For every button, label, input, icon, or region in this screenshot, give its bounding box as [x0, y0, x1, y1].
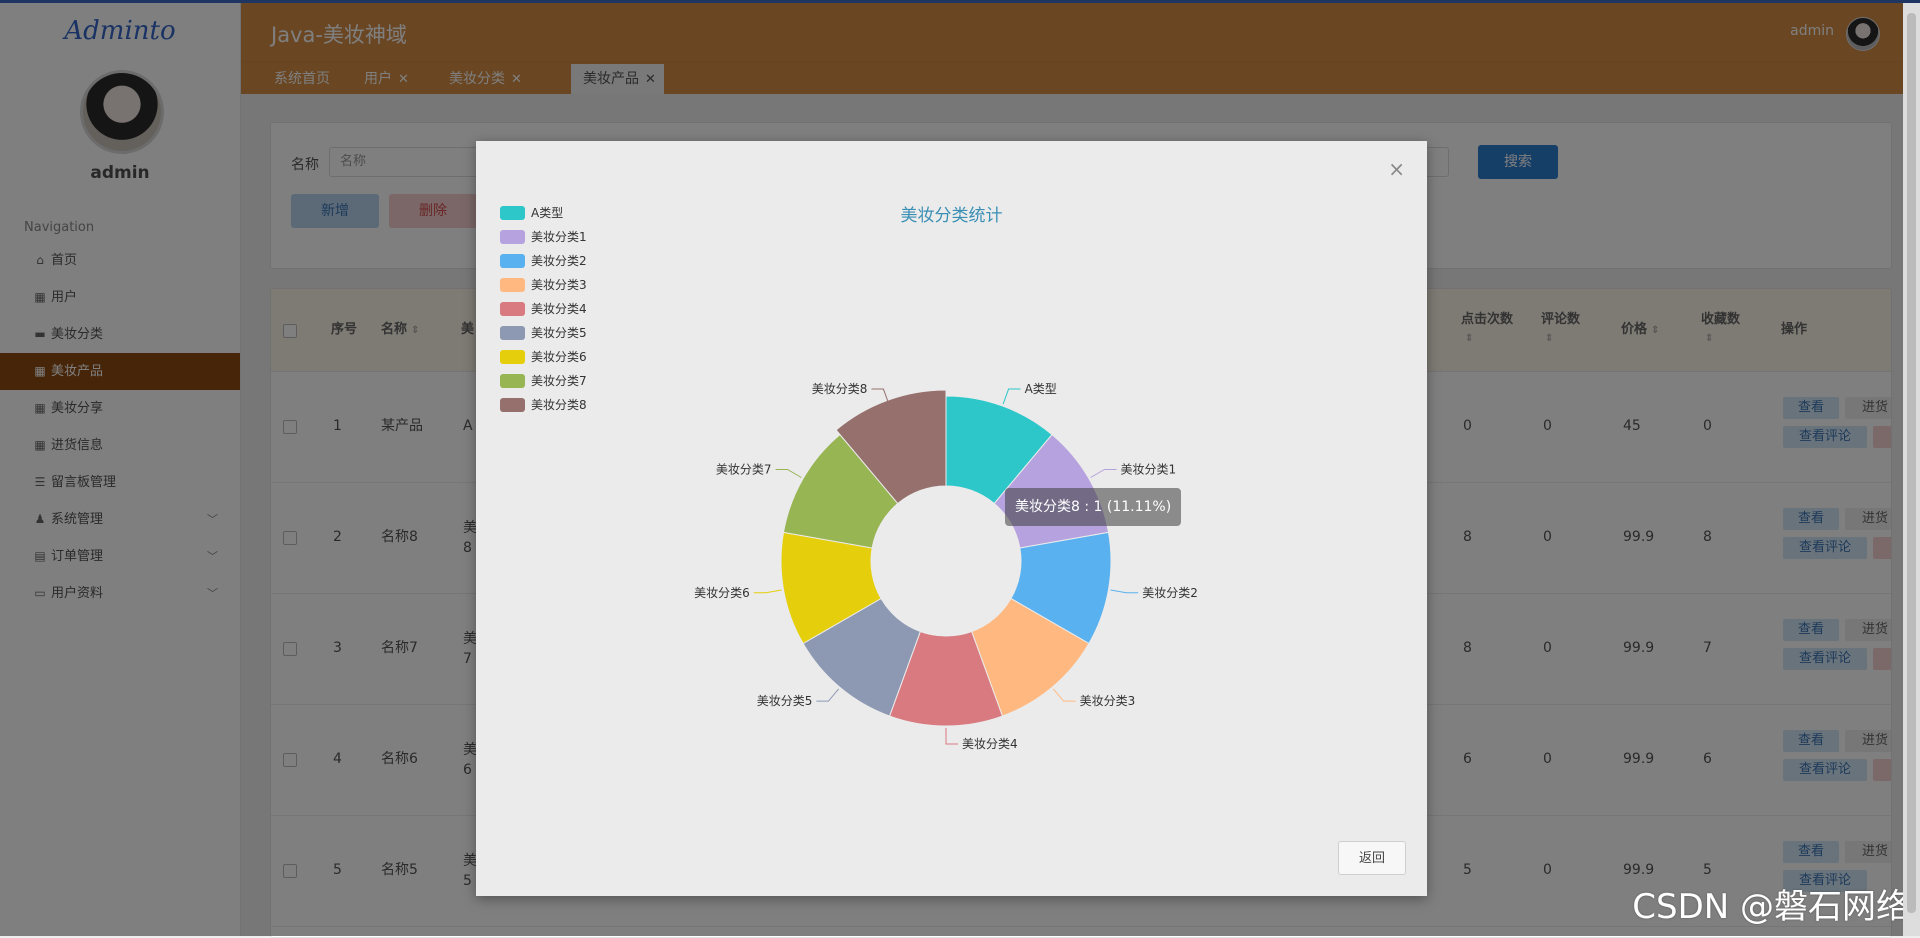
chart-modal: × 美妆分类统计 A类型 美妆分类1 美妆分类2 美妆分类3 美妆分类4 美妆分类5 美妆分… [476, 141, 1427, 896]
scrollbar-thumb[interactable] [1907, 13, 1916, 913]
slice-label: 美妆分类7 [716, 463, 772, 477]
slice-label: 美妆分类6 [694, 586, 750, 600]
slice-label: A类型 [1025, 382, 1057, 396]
slice-label: 美妆分类5 [757, 694, 813, 708]
label-leader-line [1002, 388, 1021, 405]
slice-label: 美妆分类2 [1142, 586, 1198, 600]
label-leader-line [945, 728, 958, 745]
watermark: CSDN @磐石网络 [1632, 887, 1910, 927]
slice-label: 美妆分类8 [812, 382, 868, 396]
slice-label: 美妆分类1 [1120, 463, 1176, 477]
slice-label: 美妆分类4 [962, 737, 1018, 751]
label-leader-line [775, 469, 802, 478]
chart-tooltip: 美妆分类8 : 1 (11.11%) [1005, 488, 1182, 526]
slice-label: 美妆分类3 [1080, 694, 1136, 708]
label-leader-line [1052, 688, 1076, 702]
label-leader-line [753, 589, 782, 594]
back-button[interactable]: 返回 [1338, 841, 1406, 875]
donut-chart: A类型美妆分类1 美妆分类2 美妆分类3 美妆分类4 美妆分类5 美妆分类6 美妆分类7 美妆… [694, 382, 1198, 751]
label-leader-line [816, 688, 840, 702]
scrollbar[interactable] [1903, 3, 1920, 936]
label-leader-line [1090, 469, 1117, 478]
label-leader-line [1110, 589, 1139, 594]
